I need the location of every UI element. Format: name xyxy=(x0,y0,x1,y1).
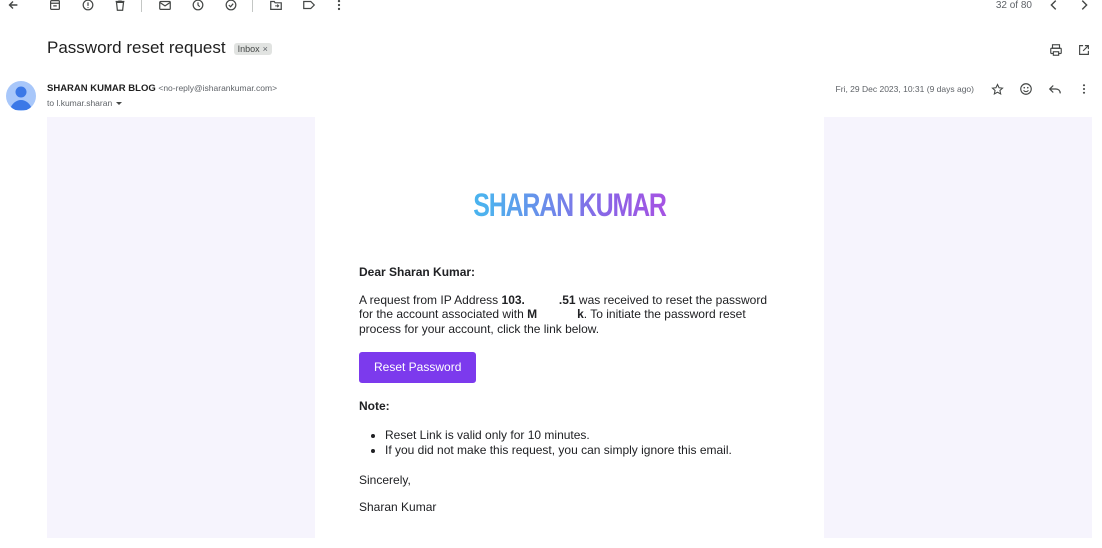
print-icon[interactable] xyxy=(1048,42,1064,58)
email-card: SHARAN KUMAR Dear Sharan Kumar: A reques… xyxy=(315,117,824,538)
more-options-icon[interactable] xyxy=(328,0,350,16)
mark-unread-icon[interactable] xyxy=(154,0,176,16)
delete-icon[interactable] xyxy=(109,0,131,16)
email-content: Dear Sharan Kumar: A request from IP Add… xyxy=(359,265,779,514)
label-icon[interactable] xyxy=(298,0,320,16)
back-arrow-icon[interactable] xyxy=(2,0,24,16)
snooze-icon[interactable] xyxy=(187,0,209,16)
account-start: M xyxy=(527,307,538,321)
note-item: Reset Link is valid only for 10 minutes. xyxy=(385,428,779,443)
move-to-icon[interactable] xyxy=(265,0,287,16)
message-date: Fri, 29 Dec 2023, 10:31 (9 days ago) xyxy=(835,84,974,94)
toolbar-divider xyxy=(252,0,253,12)
open-in-new-window-icon[interactable] xyxy=(1076,42,1092,58)
label-chip-text: Inbox xyxy=(237,44,260,54)
message-more-options-icon[interactable] xyxy=(1076,81,1092,97)
recipient-line[interactable]: to l.kumar.sharan xyxy=(47,98,123,108)
notes-list: Reset Link is valid only for 10 minutes.… xyxy=(359,428,779,457)
toolbar-divider xyxy=(141,0,142,12)
para-prefix: A request from IP Address xyxy=(359,292,502,307)
subject-actions xyxy=(1048,42,1092,58)
subject-row: Password reset request Inbox × xyxy=(47,38,272,58)
greeting: Dear Sharan Kumar: xyxy=(359,265,476,279)
pagination-count: 32 of 80 xyxy=(995,0,1032,11)
recipient-dropdown-icon[interactable] xyxy=(115,99,123,107)
reset-password-button[interactable]: Reset Password xyxy=(359,352,477,383)
sender-avatar[interactable] xyxy=(6,81,36,111)
sender-line: SHARAN KUMAR BLOG <no-reply@isharankumar… xyxy=(47,83,277,94)
request-paragraph: A request from IP Address 103. .51 was re… xyxy=(359,293,779,337)
message-meta: Fri, 29 Dec 2023, 10:31 (9 days ago) xyxy=(836,81,1092,97)
star-icon[interactable] xyxy=(989,81,1005,97)
note-heading: Note: xyxy=(359,398,390,413)
note-item: If you did not make this request, you ca… xyxy=(385,443,779,458)
email-subject: Password reset request xyxy=(47,38,226,57)
reply-icon[interactable] xyxy=(1047,81,1063,97)
older-chevron-right-icon[interactable] xyxy=(1073,0,1095,16)
brand-logo: SHARAN KUMAR xyxy=(371,187,768,224)
remove-label-icon[interactable]: × xyxy=(263,44,268,54)
signoff: Sincerely, xyxy=(359,473,411,487)
redacted-region xyxy=(537,309,578,321)
ip-address: 103. .51 xyxy=(502,293,576,307)
newer-chevron-left-icon[interactable] xyxy=(1043,0,1065,16)
sender-email: <no-reply@isharankumar.com> xyxy=(158,83,278,93)
signature: Sharan Kumar xyxy=(359,499,437,514)
ip-end: .51 xyxy=(558,292,576,307)
archive-icon[interactable] xyxy=(44,0,66,16)
account-end: k xyxy=(577,307,584,321)
email-toolbar: 32 of 80 xyxy=(0,0,1102,14)
inbox-label-chip[interactable]: Inbox × xyxy=(233,43,272,55)
recipient-text: to l.kumar.sharan xyxy=(47,98,113,108)
redacted-region xyxy=(524,294,559,306)
add-task-icon[interactable] xyxy=(220,0,242,16)
person-avatar-icon xyxy=(10,86,32,110)
ip-start: 103. xyxy=(501,292,525,307)
report-spam-icon[interactable] xyxy=(77,0,99,16)
account-name: Mk xyxy=(527,307,584,321)
emoji-reaction-icon[interactable] xyxy=(1018,81,1034,97)
sender-name[interactable]: SHARAN KUMAR BLOG xyxy=(47,83,156,94)
